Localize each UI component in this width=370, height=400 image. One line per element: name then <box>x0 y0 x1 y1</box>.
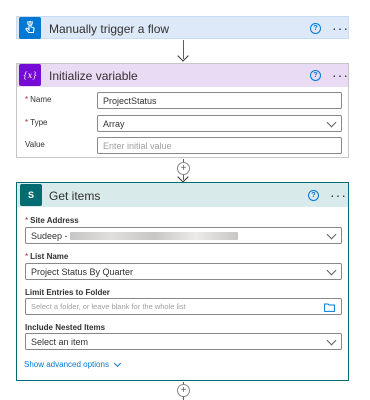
initialize-variable-header[interactable]: {x} Initialize variable ? ··· <box>17 64 348 87</box>
chevron-down-icon <box>326 117 337 127</box>
sharepoint-icon-box: S <box>20 184 42 206</box>
limit-folder-label: Limit Entries to Folder <box>25 288 110 297</box>
site-address-label: * Site Address <box>25 216 79 225</box>
trigger-more-menu-icon[interactable]: ··· <box>332 21 349 35</box>
trigger-card[interactable]: Manually trigger a flow ? ··· <box>16 16 349 39</box>
initialize-variable-title: Initialize variable <box>49 69 138 83</box>
list-name-select[interactable]: Project Status By Quarter <box>25 263 342 280</box>
limit-folder-input[interactable]: Select a folder, or leave blank for the … <box>25 298 342 315</box>
sharepoint-icon: S <box>27 190 34 200</box>
required-mark: * <box>25 118 29 127</box>
initialize-variable-card: {x} Initialize variable ? ··· * Name Proj… <box>16 63 349 158</box>
site-address-select[interactable]: Sudeep - <box>25 227 342 244</box>
folder-icon[interactable] <box>324 303 335 312</box>
hand-touch-icon <box>25 21 35 34</box>
variable-braces-icon: {x} <box>22 70 38 80</box>
list-name-label: * List Name <box>25 252 69 261</box>
chevron-down-icon <box>326 265 337 275</box>
redacted-url <box>69 231 238 240</box>
required-mark: * <box>25 216 29 225</box>
trigger-icon-box <box>19 17 41 39</box>
type-field-label: * Type <box>25 118 48 127</box>
initialize-variable-help-icon[interactable]: ? <box>310 70 321 81</box>
connector-arrow-icon <box>177 50 189 62</box>
variable-type-select[interactable]: Array <box>97 115 342 132</box>
get-items-card: S Get items ? ··· * Site Address Sudeep -… <box>16 182 349 381</box>
insert-step-plus-icon[interactable]: + <box>177 384 190 397</box>
required-mark: * <box>25 252 29 261</box>
chevron-down-icon <box>326 229 337 239</box>
chevron-down-icon <box>113 359 121 367</box>
name-field-label: * Name <box>25 95 52 104</box>
nested-items-label: Include Nested Items <box>25 323 106 332</box>
get-items-help-icon[interactable]: ? <box>308 190 319 201</box>
required-mark: * <box>25 95 29 104</box>
variable-icon-box: {x} <box>19 64 41 86</box>
variable-name-input[interactable]: ProjectStatus <box>97 92 342 109</box>
trigger-title: Manually trigger a flow <box>49 22 170 36</box>
get-items-header[interactable]: S Get items ? ··· <box>17 183 348 207</box>
variable-value-input[interactable]: Enter initial value <box>97 137 342 154</box>
nested-items-select[interactable]: Select an item <box>25 333 342 350</box>
trigger-help-icon[interactable]: ? <box>310 23 321 34</box>
chevron-down-icon <box>326 335 337 345</box>
get-items-more-menu-icon[interactable]: ··· <box>330 188 347 202</box>
initialize-variable-more-menu-icon[interactable]: ··· <box>332 68 349 82</box>
show-advanced-options-link[interactable]: Show advanced options <box>24 359 121 369</box>
get-items-title: Get items <box>49 189 101 203</box>
value-field-label: Value <box>25 140 45 149</box>
